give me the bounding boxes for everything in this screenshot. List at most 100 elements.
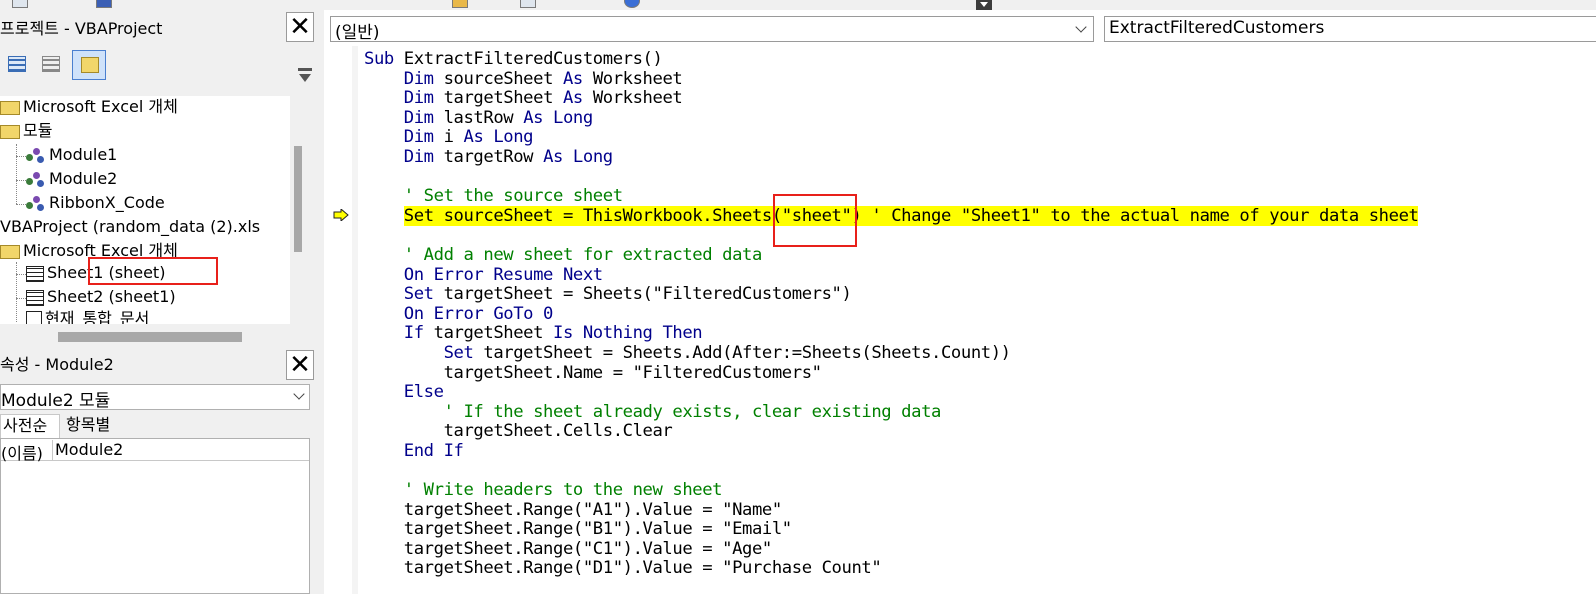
properties-tabs: 사전순 항목별: [0, 412, 318, 438]
code-line[interactable]: targetSheet.Range("B1").Value = "Email": [364, 519, 1418, 540]
code-editor[interactable]: Sub ExtractFilteredCustomers() Dim sourc…: [324, 46, 1596, 594]
toolbar: [0, 0, 1596, 10]
code-line[interactable]: End If: [364, 440, 1418, 462]
property-value[interactable]: Module2: [55, 440, 123, 459]
code-token: On Error Resume Next: [364, 264, 603, 285]
close-icon[interactable]: ✕: [286, 12, 314, 42]
code-line[interactable]: Dim targetRow As Long: [364, 147, 1418, 168]
properties-grid: (이름) Module2: [0, 438, 310, 594]
code-line[interactable]: Dim lastRow As Long: [364, 107, 1418, 129]
code-line[interactable]: ' Add a new sheet for extracted data: [364, 244, 1418, 266]
tree-item-label: Microsoft Excel 개체: [23, 97, 178, 116]
code-line[interactable]: targetSheet.Range("D1").Value = "Purchas…: [364, 559, 1418, 579]
worksheet-icon: [26, 289, 44, 306]
code-line[interactable]: Dim targetSheet As Worksheet: [364, 88, 1418, 109]
tree-item-label: Sheet1 (sheet): [47, 263, 166, 282]
close-icon[interactable]: ✕: [286, 350, 314, 380]
code-token: Dim: [364, 127, 444, 148]
module-icon: [26, 171, 46, 188]
open-folder-icon: [0, 244, 20, 259]
module-icon: [26, 195, 46, 212]
tab-alphabetic[interactable]: 사전순: [0, 414, 60, 438]
toolbar-icon[interactable]: [624, 0, 640, 8]
code-line[interactable]: Else: [364, 382, 1418, 403]
tree-item-sheet1[interactable]: Sheet1 (sheet): [26, 262, 165, 284]
code-token: As: [562, 88, 593, 109]
view-object-button[interactable]: [34, 50, 68, 80]
procedure-dropdown[interactable]: ExtractFilteredCustomers: [1104, 16, 1596, 42]
code-line[interactable]: targetSheet.Name = "FilteredCustomers": [364, 362, 1418, 384]
code-token: targetSheet: [443, 88, 563, 109]
toolbar-dropdown-button[interactable]: [976, 0, 992, 10]
code-token: As Long: [523, 107, 593, 128]
code-line[interactable]: Set targetSheet = Sheets.Add(After:=Shee…: [364, 343, 1418, 364]
code-token: Worksheet: [592, 88, 683, 109]
tree-item-sheet2[interactable]: Sheet2 (sheet1): [26, 286, 176, 308]
code-token: On Error GoTo 0: [364, 303, 554, 324]
tab-categorized[interactable]: 항목별: [64, 414, 128, 438]
module-icon: [26, 147, 46, 164]
tree-item-excel-objects[interactable]: Microsoft Excel 개체: [0, 96, 178, 118]
scrollbar-thumb[interactable]: [58, 332, 242, 342]
code-token: targetSheet = Sheets("FilteredCustomers"…: [443, 284, 852, 305]
scrollbar-thumb[interactable]: [294, 146, 302, 252]
code-token: ExtractFilteredCustomers(): [403, 49, 663, 69]
procedure-dropdown-value: ExtractFilteredCustomers: [1109, 18, 1325, 38]
view-code-button[interactable]: [0, 50, 34, 80]
toolbar-icon[interactable]: [96, 0, 112, 8]
project-pane-toolbar: [0, 48, 318, 94]
code-line[interactable]: If targetSheet Is Nothing Then: [364, 324, 1418, 344]
code-token: targetSheet.Name = "FilteredCustomers": [364, 362, 822, 383]
left-panel: 프로젝트 - VBAProject ✕ Microsoft Excel 개체 모…: [0, 10, 322, 594]
object-dropdown[interactable]: (일반): [330, 16, 1094, 43]
code-token: Set sourceSheet = ThisWorkbook.Sheets("s…: [403, 205, 1419, 226]
workbook-icon: [26, 310, 42, 324]
tree-horizontal-scrollbar[interactable]: [0, 324, 318, 348]
toolbar-overflow-button[interactable]: [296, 48, 314, 88]
tree-item-this-workbook[interactable]: 현재_통합_문서: [26, 308, 149, 324]
tree-item-modules[interactable]: 모듈: [0, 120, 52, 142]
property-row[interactable]: (이름) Module2: [1, 439, 309, 463]
tree-vertical-scrollbar[interactable]: [290, 96, 314, 324]
code-token: targetSheet.Range("D1").Value = "Purchas…: [364, 558, 882, 579]
code-line[interactable]: ' If the sheet already exists, clear exi…: [364, 402, 1418, 423]
code-line[interactable]: [364, 168, 1418, 188]
toolbar-icon[interactable]: [12, 0, 28, 8]
code-line[interactable]: Dim sourceSheet As Worksheet: [364, 68, 1418, 90]
code-text[interactable]: Sub ExtractFilteredCustomers() Dim sourc…: [364, 49, 1419, 579]
object-select[interactable]: Module2 모듈: [0, 384, 310, 411]
code-token: End If: [364, 440, 464, 461]
toolbar-icon[interactable]: [452, 0, 468, 8]
code-line[interactable]: [364, 226, 1418, 246]
tree-item-module1[interactable]: Module1: [26, 144, 117, 166]
code-token: As: [562, 68, 593, 89]
code-line[interactable]: targetSheet.Range("C1").Value = "Age": [364, 539, 1418, 560]
code-token: Else: [364, 382, 444, 403]
toolbar-icon[interactable]: [520, 0, 536, 8]
code-line[interactable]: ' Write headers to the new sheet: [364, 480, 1418, 501]
toggle-folders-button[interactable]: [72, 50, 106, 80]
code-line[interactable]: Set sourceSheet = ThisWorkbook.Sheets("s…: [364, 205, 1419, 227]
code-line[interactable]: Sub ExtractFilteredCustomers(): [364, 49, 1418, 70]
code-line[interactable]: Dim i As Long: [364, 128, 1418, 148]
code-line[interactable]: targetSheet.Range("A1").Value = "Name": [364, 500, 1418, 521]
code-line[interactable]: On Error GoTo 0: [364, 303, 1418, 325]
tree-item-label: VBAProject (random_data (2).xls: [0, 217, 261, 236]
tree-item-label: 모듈: [23, 121, 53, 140]
tree-item-ribbonx-code[interactable]: RibbonX_Code: [26, 192, 165, 214]
code-line[interactable]: Set targetSheet = Sheets("FilteredCustom…: [364, 284, 1418, 305]
tree-item-label: Sheet2 (sheet1): [47, 287, 176, 306]
code-token: If: [364, 323, 434, 344]
code-line[interactable]: ' Set the source sheet: [364, 186, 1418, 207]
tree-item-excel-objects-2[interactable]: Microsoft Excel 개체: [0, 240, 178, 262]
chevron-down-icon: [1075, 21, 1087, 33]
code-line[interactable]: [364, 461, 1418, 481]
code-line[interactable]: On Error Resume Next: [364, 264, 1418, 286]
code-token: ' Add a new sheet for extracted data: [364, 244, 763, 265]
code-token: i: [443, 127, 464, 148]
tree-item-module2[interactable]: Module2: [26, 168, 117, 190]
tree-item-vbaproject[interactable]: VBAProject (random_data (2).xls: [0, 216, 260, 238]
code-token: Is Nothing Then: [553, 323, 703, 344]
code-line[interactable]: targetSheet.Cells.Clear: [364, 421, 1418, 442]
